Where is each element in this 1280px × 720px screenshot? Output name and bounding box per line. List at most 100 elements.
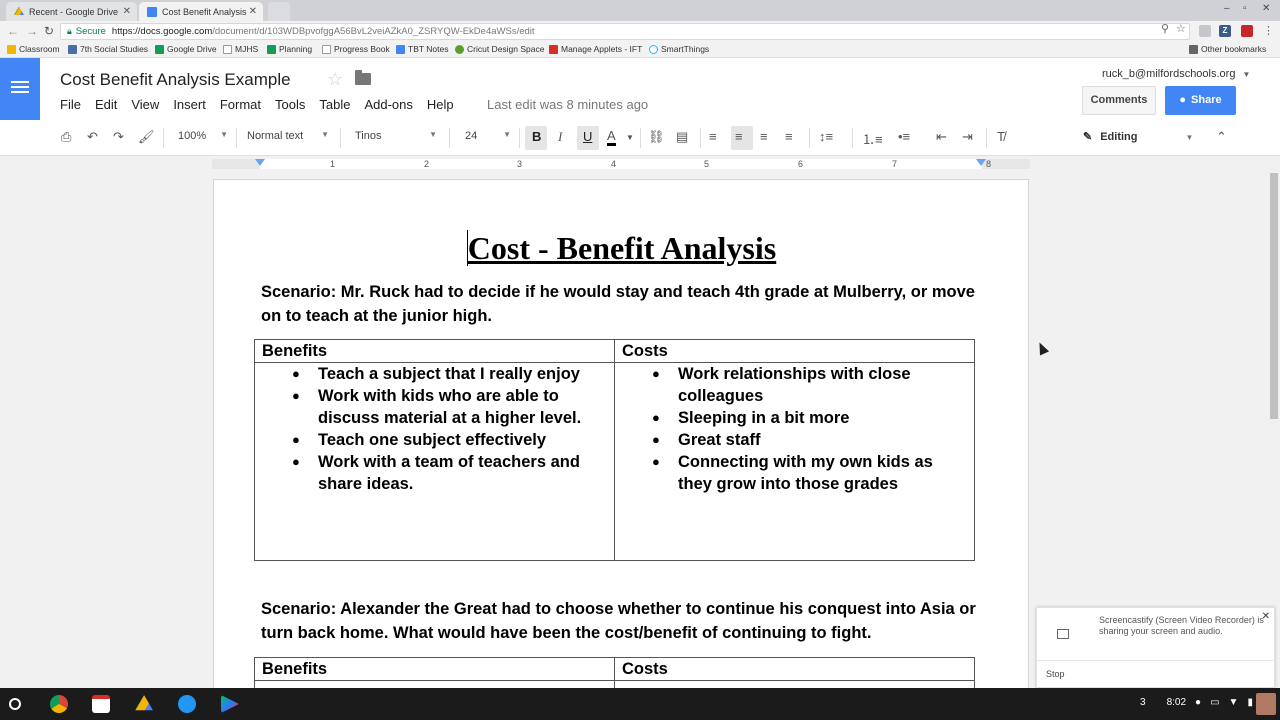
scenario-1-text[interactable]: Scenario: Mr. Ruck had to decide if he w… xyxy=(261,280,991,328)
decrease-indent-icon[interactable]: ⇤ xyxy=(936,129,947,145)
status-tray[interactable]: 3 8:02 ● ▭ ▼ ▮ xyxy=(1140,697,1262,708)
minimize-icon[interactable]: – xyxy=(1224,3,1230,14)
star-icon[interactable]: ☆ xyxy=(327,69,343,90)
gmail-app-icon[interactable] xyxy=(92,695,110,713)
chrome-menu-icon[interactable]: ⋮ xyxy=(1263,24,1274,37)
align-right-icon[interactable]: ≡ xyxy=(760,129,768,144)
menu-format[interactable]: Format xyxy=(220,97,261,112)
left-indent-marker[interactable] xyxy=(255,159,265,166)
bookmark-label: Manage Applets - IFT xyxy=(561,44,643,54)
document-page[interactable]: Cost - Benefit Analysis Scenario: Mr. Ru… xyxy=(213,179,1029,699)
redo-icon[interactable]: ↷ xyxy=(113,129,124,145)
scrollbar-thumb[interactable] xyxy=(1270,173,1278,419)
share-button[interactable]: ● Share xyxy=(1165,86,1236,115)
bulleted-list-icon[interactable]: •≡ xyxy=(898,129,910,144)
paint-format-icon[interactable]: 🖌︎ xyxy=(138,129,155,145)
align-left-icon[interactable]: ≡ xyxy=(709,129,717,144)
ruler-number: 1 xyxy=(330,159,336,169)
play-store-app-icon[interactable] xyxy=(221,695,239,713)
bookmark-progress-book[interactable]: Progress Book xyxy=(322,44,390,54)
avatar[interactable] xyxy=(1256,693,1276,715)
extension-icon[interactable] xyxy=(1199,25,1211,37)
menu-help[interactable]: Help xyxy=(427,97,454,112)
comments-button[interactable]: Comments xyxy=(1082,86,1156,115)
bookmark-tbt-notes[interactable]: TBT Notes xyxy=(396,44,448,54)
text-color-icon[interactable]: A xyxy=(607,129,616,146)
account-menu[interactable]: ruck_b@milfordschools.org ▼ xyxy=(1102,68,1250,80)
docs-home-icon[interactable] xyxy=(0,58,40,120)
bookmark-mjhs[interactable]: MJHS xyxy=(223,44,258,54)
close-icon[interactable]: ✕ xyxy=(1262,611,1270,622)
italic-icon[interactable]: I xyxy=(558,129,562,145)
undo-icon[interactable]: ↶ xyxy=(87,129,98,145)
cost-benefit-table-1[interactable]: Benefits Costs Teach a subject that I re… xyxy=(254,339,975,561)
font-size-dropdown[interactable]: 24 ▼ xyxy=(465,130,511,142)
maximize-icon[interactable]: ▫ xyxy=(1243,3,1247,14)
bookmark-star-icon[interactable]: ☆ xyxy=(1176,22,1186,35)
chevron-down-icon[interactable]: ▼ xyxy=(626,133,634,142)
menu-table[interactable]: Table xyxy=(319,97,350,112)
bookmark-7th-social-studies[interactable]: 7th Social Studies xyxy=(68,44,148,54)
z-extension-icon[interactable]: Z xyxy=(1219,25,1231,37)
table-header-benefits[interactable]: Benefits xyxy=(254,657,615,681)
font-dropdown[interactable]: Tinos ▼ xyxy=(355,130,437,142)
paragraph-style-dropdown[interactable]: Normal text ▼ xyxy=(247,130,329,142)
bookmark-classroom[interactable]: Classroom xyxy=(7,44,60,54)
files-app-icon[interactable] xyxy=(178,695,196,713)
menu-view[interactable]: View xyxy=(131,97,159,112)
table-header-benefits[interactable]: Benefits xyxy=(254,339,615,363)
document-title[interactable]: Cost Benefit Analysis Example xyxy=(60,70,291,90)
document-heading[interactable]: Cost - Benefit Analysis xyxy=(214,230,1028,267)
zoom-dropdown[interactable]: 100% ▼ xyxy=(178,130,228,142)
benefits-cell[interactable]: Teach a subject that I really enjoy Work… xyxy=(254,362,615,561)
scenario-2-text[interactable]: Scenario: Alexander the Great had to cho… xyxy=(261,597,991,645)
editing-mode-dropdown[interactable]: ✎ Editing ▼ xyxy=(1083,130,1193,143)
menu-tools[interactable]: Tools xyxy=(275,97,305,112)
bookmark-cricut-design-space[interactable]: Cricut Design Space xyxy=(455,44,544,54)
increase-indent-icon[interactable]: ⇥ xyxy=(962,129,973,145)
chrome-app-icon[interactable] xyxy=(50,695,68,713)
back-icon[interactable]: ← xyxy=(7,24,19,38)
line-spacing-icon[interactable]: ↕≡ xyxy=(819,129,833,144)
clear-formatting-icon[interactable]: T̸ xyxy=(997,129,1005,144)
screencastify-extension-icon[interactable] xyxy=(1241,25,1253,37)
costs-cell[interactable]: Work relationships with close colleagues… xyxy=(614,362,975,561)
menu-edit[interactable]: Edit xyxy=(95,97,117,112)
right-indent-marker[interactable] xyxy=(976,159,986,166)
folder-icon[interactable] xyxy=(355,70,371,85)
stop-sharing-button[interactable]: Stop xyxy=(1046,669,1065,679)
tab-recent-google-drive[interactable]: Recent - Google Drive ✕ xyxy=(6,2,137,21)
comment-icon[interactable]: ▤ xyxy=(676,129,688,145)
bookmark-manage-applets[interactable]: Manage Applets - IFT xyxy=(549,44,642,54)
underline-icon[interactable]: U xyxy=(583,129,592,144)
other-bookmarks[interactable]: Other bookmarks xyxy=(1189,44,1266,54)
close-icon[interactable]: ✕ xyxy=(249,6,257,17)
close-icon[interactable]: ✕ xyxy=(123,6,131,17)
last-edit-status[interactable]: Last edit was 8 minutes ago xyxy=(487,97,648,112)
table-header-costs[interactable]: Costs xyxy=(614,657,975,681)
launcher-icon[interactable] xyxy=(9,698,21,710)
numbered-list-icon[interactable]: ⒈≡ xyxy=(862,129,883,148)
zoom-search-icon[interactable]: ⚲ xyxy=(1161,22,1169,35)
window-close-icon[interactable]: ✕ xyxy=(1262,3,1270,14)
forward-icon[interactable]: → xyxy=(26,24,38,38)
link-icon[interactable]: ⛓︎ xyxy=(648,129,665,145)
reload-icon[interactable]: ↻ xyxy=(44,24,54,38)
list-item: Sleeping in a bit more xyxy=(652,407,967,429)
align-center-icon[interactable]: ≡ xyxy=(735,129,743,144)
google-drive-app-icon[interactable] xyxy=(135,695,153,711)
collapse-menu-icon[interactable]: ⌃ xyxy=(1216,129,1227,145)
menu-file[interactable]: File xyxy=(60,97,81,112)
url-input[interactable]: 🔒︎ Secure https://docs.google.com /docum… xyxy=(60,23,1190,40)
menu-add-ons[interactable]: Add-ons xyxy=(364,97,412,112)
align-justify-icon[interactable]: ≡ xyxy=(785,129,793,144)
print-icon[interactable]: ⎙ xyxy=(61,129,71,145)
menu-insert[interactable]: Insert xyxy=(173,97,206,112)
tab-cost-benefit-analysis[interactable]: Cost Benefit Analysis Ex ✕ xyxy=(139,2,263,21)
bold-icon[interactable]: B xyxy=(532,129,541,144)
bookmark-google-drive[interactable]: Google Drive xyxy=(155,44,217,54)
new-tab-button[interactable] xyxy=(268,2,290,21)
bookmark-planning[interactable]: Planning xyxy=(267,44,312,54)
table-header-costs[interactable]: Costs xyxy=(614,339,975,363)
bookmark-smartthings[interactable]: SmartThings xyxy=(649,44,709,54)
